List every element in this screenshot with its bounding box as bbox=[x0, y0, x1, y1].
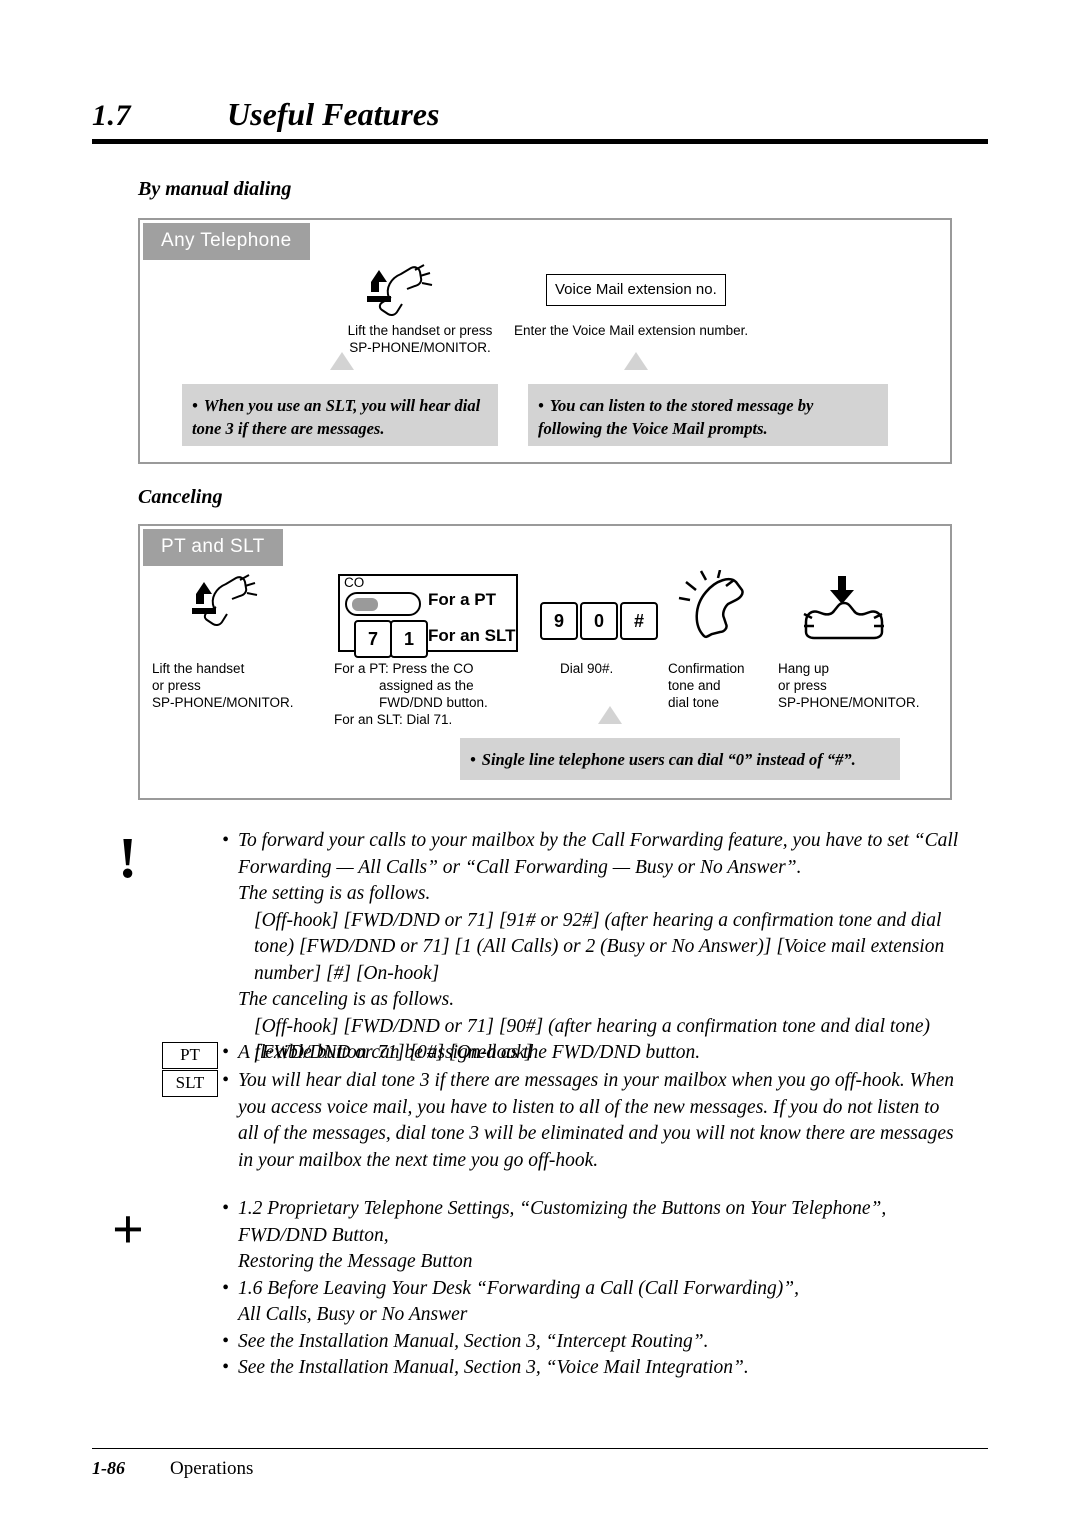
section-number: 1.7 bbox=[92, 99, 131, 132]
page-header: 1.7 Useful Features bbox=[92, 96, 988, 144]
reference-item-text: See the Installation Manual, Section 3, … bbox=[238, 1330, 709, 1352]
note-bullet-2: • bbox=[538, 396, 544, 415]
cancel-step4-caption: Confirmation tone and dial tone bbox=[668, 661, 745, 710]
cancel-step1-caption: Lift the handset or press SP-PHONE/MONITOR… bbox=[152, 661, 294, 710]
cancel-step5-caption: Hang up or press SP-PHONE/MONITOR. bbox=[778, 661, 920, 710]
reference-mark: + bbox=[112, 1199, 144, 1261]
cancel-note: • Single line telephone users can dial “0… bbox=[460, 738, 900, 780]
voice-mail-extension-box: Voice Mail extension no. bbox=[546, 274, 726, 306]
cancel-step2-caption: For a PT: Press the CO assigned as the F… bbox=[334, 661, 488, 727]
handset-lift-icon bbox=[355, 262, 445, 320]
reference-list: • 1.2 Proprietary Telephone Settings, “C… bbox=[222, 1196, 962, 1382]
bullet-icon-slt: • bbox=[222, 1070, 229, 1091]
co-label: CO bbox=[344, 575, 365, 590]
manual-note-slt: • When you use an SLT, you will hear dial… bbox=[182, 384, 498, 446]
caution-mark: ! bbox=[118, 825, 138, 890]
caution-item-3: [Off-hook] [FWD/DND or 71] [91# or 92#] … bbox=[254, 909, 945, 984]
header-divider bbox=[92, 139, 988, 144]
note-arrow-left bbox=[330, 352, 354, 370]
pt-note-row: • A flexible button can be assigned as t… bbox=[222, 1040, 962, 1067]
canceling-heading: Canceling bbox=[138, 486, 223, 508]
cancel-note-arrow bbox=[598, 706, 622, 724]
bullet-icon: • bbox=[222, 830, 229, 851]
tag-slt: SLT bbox=[162, 1070, 218, 1097]
manual-note-prompts-text: You can listen to the stored message by … bbox=[538, 396, 814, 438]
for-a-pt-label: For a PT bbox=[428, 590, 497, 609]
cancel-note-bullet: • bbox=[470, 750, 476, 769]
slt-note-row: • You will hear dial tone 3 if there are… bbox=[222, 1068, 962, 1174]
reference-item: • 1.2 Proprietary Telephone Settings, “C… bbox=[222, 1196, 962, 1223]
reference-item: • See the Installation Manual, Section 3… bbox=[222, 1355, 962, 1382]
pt-note-text: A flexible button can be assigned as the… bbox=[238, 1042, 701, 1063]
caution-item-4: The canceling is as follows. bbox=[238, 989, 455, 1010]
hang-up-icon bbox=[794, 574, 894, 646]
caution-item-1-text: To forward your calls to your mailbox by… bbox=[238, 830, 959, 878]
caution-item-1: • To forward your calls to your mailbox … bbox=[222, 828, 962, 881]
key-0: 0 bbox=[580, 602, 618, 640]
reference-item: • See the Installation Manual, Section 3… bbox=[222, 1329, 962, 1356]
bullet-icon-ref-2: • bbox=[222, 1277, 229, 1299]
manual-dialing-heading: By manual dialing bbox=[138, 178, 292, 200]
ringing-handset-icon bbox=[676, 570, 754, 644]
pt-note: • A flexible button can be assigned as t… bbox=[222, 1040, 962, 1067]
reference-item: FWD/DND Button, bbox=[238, 1224, 389, 1246]
footer-divider bbox=[92, 1448, 988, 1449]
bullet-icon-pt: • bbox=[222, 1042, 229, 1063]
caution-text-block: • To forward your calls to your mailbox … bbox=[222, 828, 962, 1067]
footer-label: Operations bbox=[170, 1458, 254, 1479]
note-bullet: • bbox=[192, 396, 198, 415]
bullet-icon-ref-1: • bbox=[222, 1198, 229, 1219]
page-title: Useful Features bbox=[227, 96, 440, 132]
flow-tag-pt-and-slt: PT and SLT bbox=[143, 529, 283, 566]
tag-pt: PT bbox=[162, 1042, 218, 1069]
manual-step1-caption: Lift the handset or press SP-PHONE/MONITO… bbox=[347, 323, 493, 355]
reference-item: • 1.6 Before Leaving Your Desk “Forwardi… bbox=[222, 1276, 962, 1303]
caution-item-2: The setting is as follows. bbox=[238, 883, 431, 904]
reference-item: All Calls, Busy or No Answer bbox=[238, 1304, 468, 1325]
handset-lift-icon-2 bbox=[180, 572, 276, 634]
flow-tag-any-telephone: Any Telephone bbox=[143, 223, 310, 260]
cancel-note-text: Single line telephone users can dial “0”… bbox=[481, 750, 856, 769]
co-button-icon bbox=[344, 590, 424, 618]
slt-note-text: You will hear dial tone 3 if there are m… bbox=[238, 1070, 955, 1171]
manual-note-prompts: • You can listen to the stored message by… bbox=[528, 384, 888, 446]
footer-page-number: 1-86 bbox=[92, 1458, 125, 1478]
manual-step2-caption: Enter the Voice Mail extension number. bbox=[514, 323, 749, 338]
slt-note: • You will hear dial tone 3 if there are… bbox=[222, 1068, 962, 1174]
key-9: 9 bbox=[540, 602, 578, 640]
cancel-step3-caption: Dial 90#. bbox=[560, 661, 614, 676]
key-7: 7 bbox=[354, 620, 392, 658]
bullet-icon-ref-4: • bbox=[222, 1357, 229, 1378]
reference-item: Restoring the Message Button bbox=[238, 1251, 473, 1272]
reference-item-text: 1.2 Proprietary Telephone Settings, “Cus… bbox=[238, 1198, 887, 1219]
reference-item-text: 1.6 Before Leaving Your Desk “Forwarding… bbox=[238, 1277, 800, 1299]
bullet-icon-ref-3: • bbox=[222, 1330, 229, 1352]
manual-note-slt-text: When you use an SLT, you will hear dial … bbox=[192, 396, 481, 438]
key-1: 1 bbox=[390, 620, 428, 658]
for-an-slt-label: For an SLT bbox=[428, 626, 516, 645]
note-arrow-right bbox=[624, 352, 648, 370]
key-hash: # bbox=[620, 602, 658, 640]
reference-item-text: See the Installation Manual, Section 3, … bbox=[238, 1357, 749, 1378]
